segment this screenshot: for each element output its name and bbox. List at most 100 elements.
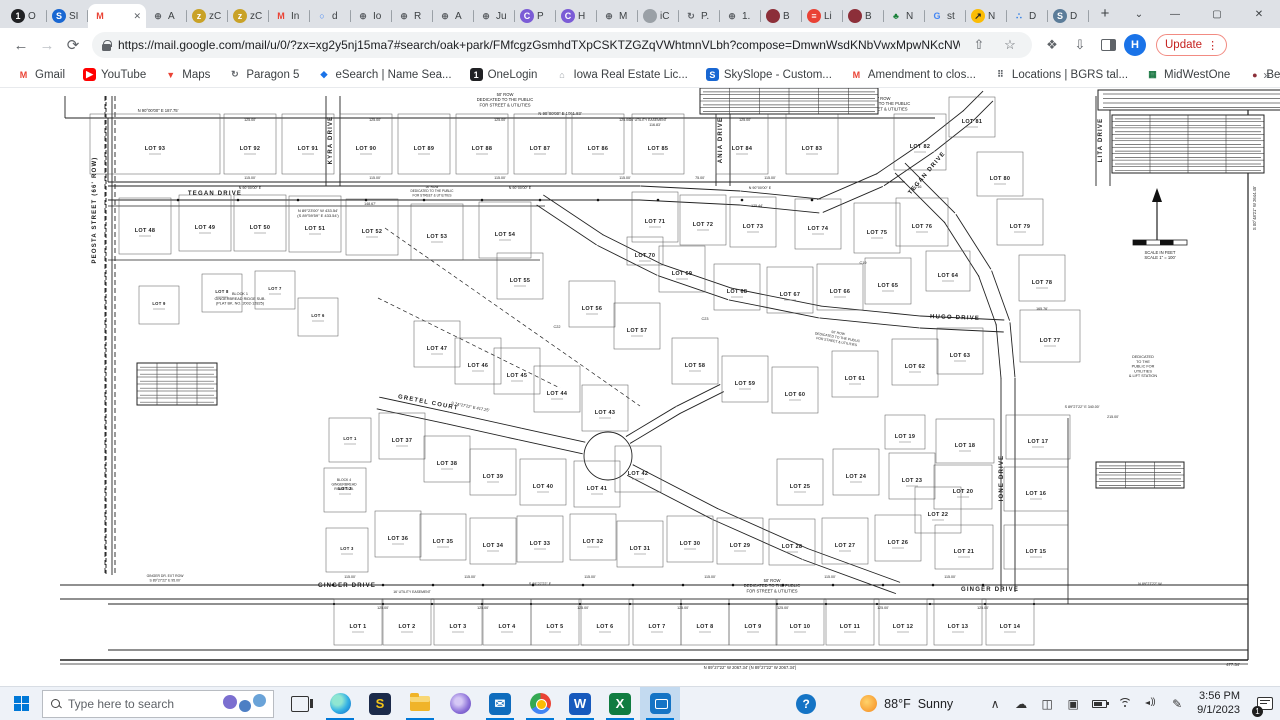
taskbar-search[interactable]: Type here to search xyxy=(42,690,274,718)
browser-tab-25[interactable]: SD xyxy=(1048,4,1089,28)
back-button[interactable]: ← xyxy=(8,32,34,58)
start-button[interactable] xyxy=(0,687,42,720)
help-icon[interactable]: ? xyxy=(796,694,816,714)
taskbar-app-word[interactable]: W xyxy=(560,687,600,720)
menu-dots-icon[interactable]: ⋮ xyxy=(1207,39,1218,52)
browser-tab-5[interactable]: zzC xyxy=(228,4,269,28)
browser-tab-24[interactable]: ∴D xyxy=(1007,4,1048,28)
browser-tab-1[interactable]: SSI xyxy=(47,4,88,28)
taskbar-app-s-app[interactable]: S xyxy=(360,687,400,720)
taskbar-app-mail[interactable]: ✉ xyxy=(480,687,520,720)
svg-text:115.00': 115.00' xyxy=(344,575,356,579)
bookmark-item-6[interactable]: ⌂Iowa Real Estate Lic... xyxy=(548,65,694,84)
browser-tab-12[interactable]: CP xyxy=(515,4,556,28)
browser-tab-14[interactable]: ⊕M xyxy=(597,4,638,28)
browser-tab-3[interactable]: ⊕A xyxy=(146,4,187,28)
battery-icon[interactable] xyxy=(1087,690,1111,718)
browser-tab-7[interactable]: ○d xyxy=(310,4,351,28)
svg-text:LOT 70: LOT 70 xyxy=(635,253,655,259)
plat-map-drawing[interactable]: LOT 93LOT 92LOT 91LOT 90LOT 89LOT 88LOT … xyxy=(0,88,1280,686)
taskbar-app-excel[interactable]: X xyxy=(600,687,640,720)
tab-search-button[interactable]: ⌄ xyxy=(1124,0,1154,28)
browser-tab-10[interactable]: ⊕A xyxy=(433,4,474,28)
bookmark-star-icon[interactable]: ☆ xyxy=(998,33,1022,57)
browser-tab-6[interactable]: MIn xyxy=(269,4,310,28)
taskbar-app-chrome[interactable] xyxy=(520,687,560,720)
svg-text:LOT 76: LOT 76 xyxy=(912,224,932,230)
browser-tab-19[interactable]: ≡Li xyxy=(802,4,843,28)
toolbar-icons: ❖ ⇩ H Update ⋮ xyxy=(1040,33,1227,57)
svg-text:LOT 67: LOT 67 xyxy=(780,292,800,298)
address-bar[interactable]: https://mail.google.com/mail/u/0/?zx=xg2… xyxy=(92,32,1032,58)
browser-tab-15[interactable]: iC xyxy=(638,4,679,28)
browser-tab-16[interactable]: ↻P. xyxy=(679,4,720,28)
bookmark-item-4[interactable]: ◆eSearch | Name Sea... xyxy=(310,65,458,84)
lot-label: LOT 63 xyxy=(950,353,970,359)
tray-app-icon[interactable]: ◫ xyxy=(1035,690,1059,718)
bookmark-item-7[interactable]: SSkySlope - Custom... xyxy=(699,65,839,84)
browser-tab-22[interactable]: Gst xyxy=(925,4,966,28)
taskbar-app-file-explorer[interactable] xyxy=(400,687,440,720)
taskbar-app-cortana[interactable] xyxy=(440,687,480,720)
excel-icon: X xyxy=(609,693,631,715)
wifi-icon[interactable] xyxy=(1113,690,1137,718)
bookmark-item-11[interactable]: ●Beacon xyxy=(1241,65,1280,84)
profile-avatar[interactable]: H xyxy=(1124,34,1146,56)
browser-tab-17[interactable]: ⊕1. xyxy=(720,4,761,28)
taskbar-app-snip-app[interactable] xyxy=(640,687,680,720)
taskbar-clock[interactable]: 3:56 PM 9/1/2023 xyxy=(1197,690,1240,718)
extensions-icon[interactable]: ❖ xyxy=(1040,33,1064,57)
browser-tab-13[interactable]: CH xyxy=(556,4,597,28)
tray-expand-chevron-icon[interactable]: ∧ xyxy=(983,690,1007,718)
lot-label: LOT 13 xyxy=(948,624,968,630)
browser-tab-0[interactable]: 1O xyxy=(6,4,47,28)
browser-tab-9[interactable]: ⊕R xyxy=(392,4,433,28)
maximize-button[interactable]: ▢ xyxy=(1196,0,1238,28)
search-daily-image[interactable] xyxy=(219,692,271,716)
search-icon xyxy=(51,699,61,709)
bookmark-item-8[interactable]: MAmendment to clos... xyxy=(843,65,983,84)
taskbar-app-edge[interactable] xyxy=(320,687,360,720)
close-button[interactable]: ✕ xyxy=(1238,0,1280,28)
forward-button[interactable]: → xyxy=(34,32,60,58)
weather-widget[interactable]: 88°F Sunny xyxy=(860,695,953,712)
svg-text:165.76': 165.76' xyxy=(1036,307,1048,311)
onedrive-cloud-icon[interactable]: ☁ xyxy=(1009,690,1033,718)
reload-button[interactable]: ⟳ xyxy=(60,32,86,58)
volume-icon[interactable] xyxy=(1139,690,1163,718)
browser-tab-21[interactable]: ♣N xyxy=(884,4,925,28)
browser-tab-4[interactable]: zzC xyxy=(187,4,228,28)
svg-text:LOT 24: LOT 24 xyxy=(846,474,867,480)
browser-tab-2[interactable]: M✕ xyxy=(88,4,146,28)
svg-text:LITA DRIVE: LITA DRIVE xyxy=(1098,118,1104,163)
svg-text:C23: C23 xyxy=(702,317,709,321)
bookmark-item-9[interactable]: ⠿Locations | BGRS tal... xyxy=(987,65,1135,84)
new-tab-button[interactable]: + xyxy=(1093,2,1117,26)
svg-text:LOT 6: LOT 6 xyxy=(311,313,325,318)
browser-tab-18[interactable]: B xyxy=(761,4,802,28)
side-panel-icon[interactable] xyxy=(1096,33,1120,57)
svg-text:N 90°00'00" E: N 90°00'00" E xyxy=(239,186,262,190)
bookmark-item-0[interactable]: MGmail xyxy=(10,65,72,84)
tray-app2-icon[interactable]: ▣ xyxy=(1061,690,1085,718)
bookmark-item-1[interactable]: ▶YouTube xyxy=(76,65,153,84)
notification-center[interactable]: 1 xyxy=(1250,687,1280,720)
bookmarks-overflow-chevron[interactable]: » xyxy=(1263,68,1270,82)
update-button[interactable]: Update ⋮ xyxy=(1156,34,1227,56)
bookmark-favicon: ↻ xyxy=(228,68,241,81)
share-icon[interactable]: ⇧ xyxy=(967,33,991,57)
pen-icon[interactable]: ✎ xyxy=(1165,690,1189,718)
browser-tab-23[interactable]: ↗N xyxy=(966,4,1007,28)
tab-close-icon[interactable]: ✕ xyxy=(133,11,141,22)
minimize-button[interactable]: — xyxy=(1154,0,1196,28)
browser-tab-20[interactable]: B xyxy=(843,4,884,28)
downloads-icon[interactable]: ⇩ xyxy=(1068,33,1092,57)
browser-tab-8[interactable]: ⊕Io xyxy=(351,4,392,28)
bookmark-item-10[interactable]: ▦MidWestOne xyxy=(1139,65,1237,84)
bookmark-item-3[interactable]: ↻Paragon 5 xyxy=(221,65,306,84)
browser-tab-11[interactable]: ⊕Ju xyxy=(474,4,515,28)
bookmark-item-2[interactable]: ▼Maps xyxy=(157,65,217,84)
taskbar-app-task-view[interactable] xyxy=(280,687,320,720)
svg-text:LOT 34: LOT 34 xyxy=(483,543,504,549)
bookmark-item-5[interactable]: 1OneLogin xyxy=(463,65,545,84)
